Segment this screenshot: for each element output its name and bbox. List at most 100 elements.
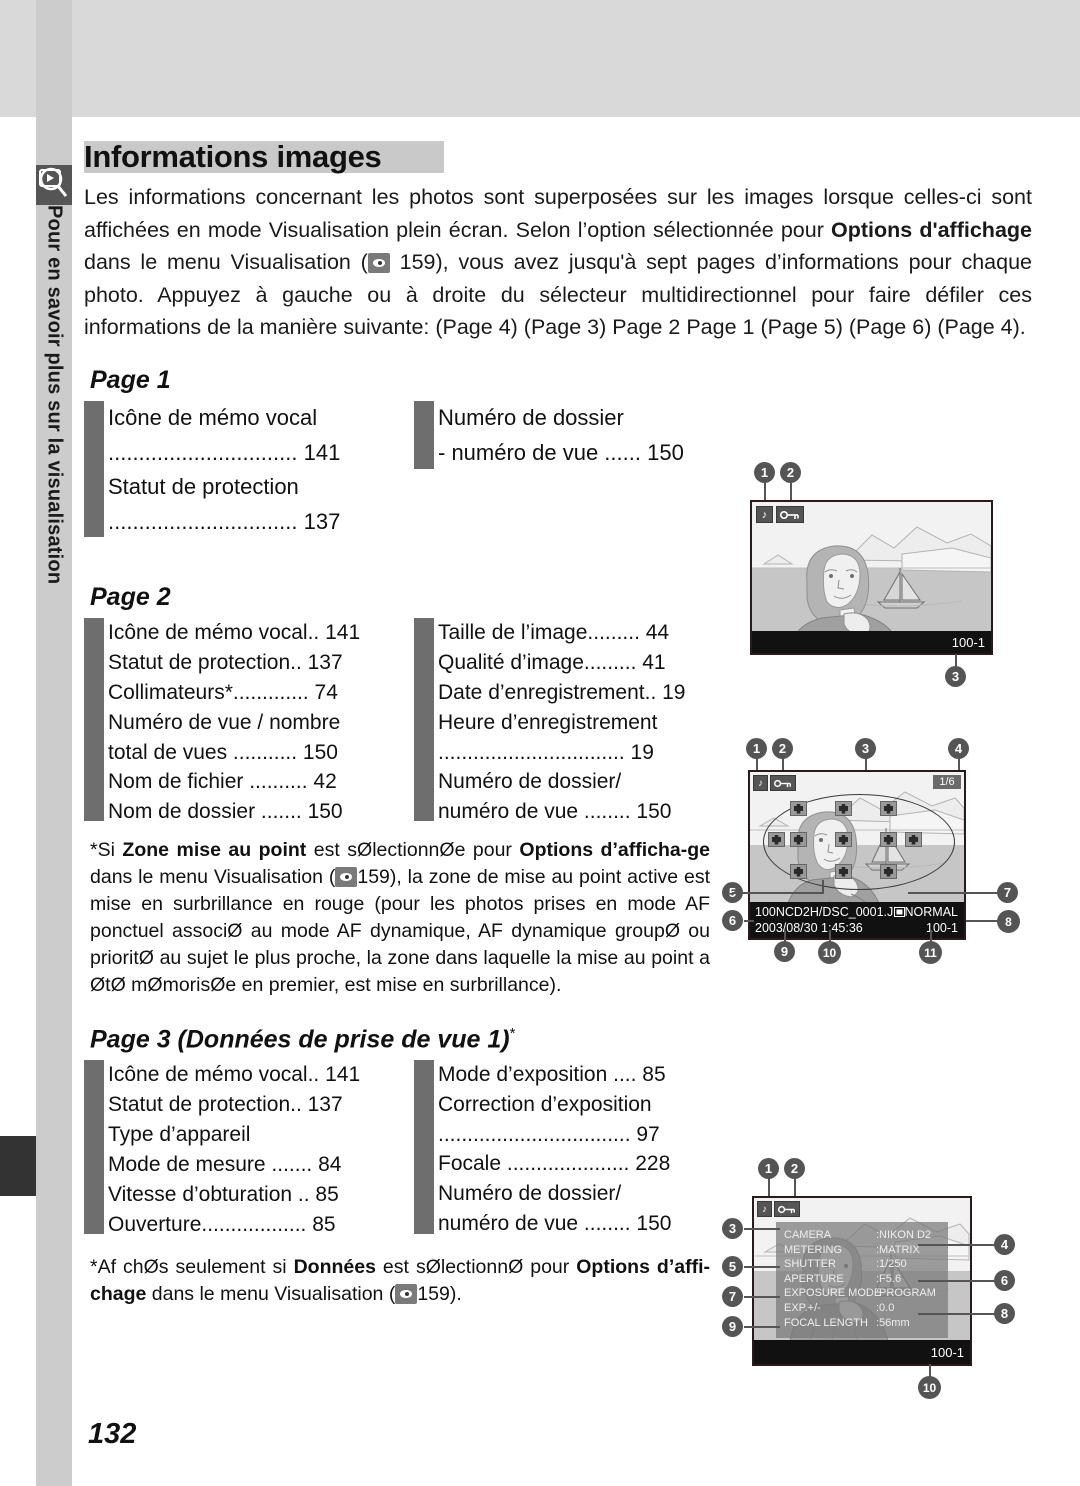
- callout-2: 2: [784, 1158, 805, 1179]
- page-number: 132: [88, 1418, 137, 1450]
- footnote-ref-page: 159: [357, 865, 390, 888]
- section-heading-page1-text: Page 1: [90, 365, 171, 394]
- footnote-text-3: dans le menu Visualisation (: [90, 865, 336, 888]
- list-item: 2Statut de protection.. 137: [84, 648, 414, 678]
- callout-8: 8: [997, 910, 1020, 933]
- item-text: Qualité d’image......... 41: [438, 650, 666, 674]
- data-row-shutter: SHUTTER:1/250: [784, 1257, 940, 1272]
- callout-4-leader: [918, 1244, 996, 1246]
- callout-10: 10: [818, 941, 841, 964]
- callout-9: 9: [722, 1316, 743, 1337]
- list-item: 8Correction d’exposition: [414, 1090, 744, 1120]
- list-item: ............................... 137: [84, 505, 414, 539]
- footnote-text-1: Af chØs seulement si: [97, 1255, 294, 1278]
- list-item: 7Mode d’exposition .... 85: [414, 1060, 744, 1090]
- callout-9-leader: [784, 930, 786, 942]
- item-text: Nom de dossier ....... 150: [108, 799, 343, 823]
- voice-memo-note-icon: ♪: [757, 1201, 772, 1217]
- af-point: [768, 832, 785, 847]
- footnote-bold-options-b: chage: [90, 1282, 147, 1305]
- page-title-wrap: Informations images: [84, 135, 1032, 179]
- list-item: 6Nom de dossier ....... 150: [84, 797, 414, 827]
- footnote-star: *: [90, 1255, 98, 1278]
- callout-10-leader: [829, 930, 831, 942]
- list-item: 11Numéro de dossier/: [414, 767, 744, 797]
- item-text: total de vues ........... 150: [108, 740, 338, 764]
- callout-5-leader: [744, 1266, 780, 1268]
- data-value: :F5.6: [876, 1272, 902, 1285]
- lcd-bottom-strip: 100-1: [754, 1340, 970, 1364]
- page2-left-bullet-bar: [84, 617, 104, 821]
- item-text: Icône de mémo vocal.. 141: [108, 620, 361, 644]
- section-heading-page1: Page 1: [90, 366, 1032, 395]
- list-item: - numéro de vue ...... 150: [414, 436, 744, 470]
- lcd-screen: ♪ 100-1: [750, 500, 993, 655]
- item-text: Type d’appareil: [108, 1122, 251, 1146]
- intro-paragraph: Les informations concernant les photos s…: [84, 181, 1032, 344]
- callout-10-leader: [929, 1364, 931, 1377]
- list-item: ................................ 19: [414, 738, 744, 767]
- list-item: numéro de vue ........ 150: [414, 797, 744, 826]
- callout-9-leader: [744, 1326, 780, 1328]
- list-item: 4Numéro de vue / nombre: [84, 708, 414, 738]
- callout-6: 6: [722, 910, 743, 931]
- image-quality: NORMAL: [893, 905, 958, 919]
- page1-list-left: 1Icône de mémo vocal ...................…: [84, 400, 414, 539]
- data-value: :56mm: [876, 1316, 910, 1329]
- list-item: 2Statut de protection: [84, 470, 414, 505]
- data-row-exp-comp: EXP.+/-:0.0: [784, 1301, 940, 1316]
- af-point: [880, 864, 897, 879]
- list-item: numéro de vue ........ 150: [414, 1209, 744, 1238]
- section-heading-page3-sup: *: [509, 1024, 516, 1042]
- list-item: 3Numéro de dossier: [414, 401, 744, 436]
- footnote-bold-options-b: ge: [687, 838, 711, 861]
- page3-list-left: 1Icône de mémo vocal.. 141 2Statut de pr…: [84, 1059, 414, 1240]
- footnote-text-2: est sØlectionnØe pour: [306, 838, 520, 861]
- item-text: Numéro de vue / nombre: [108, 710, 341, 734]
- item-text: Ouverture.................. 85: [108, 1212, 336, 1236]
- section-heading-page3-text: Page 3 (Données de prise de vue 1): [90, 1024, 510, 1053]
- item-text: Icône de mémo vocal.. 141: [108, 1062, 361, 1086]
- chapter-tab-label-wrap: Pour en savoir plus sur la visualisation: [36, 205, 72, 725]
- footnote-page3: *Af chØs seulement si Données est sØlect…: [90, 1254, 710, 1308]
- callout-7-leader: [908, 892, 998, 894]
- data-row-camera: CAMERA:NIKON D2: [784, 1228, 940, 1243]
- callout-5-leader-v: [822, 880, 824, 894]
- data-value: :NIKON D2: [876, 1229, 932, 1241]
- callout-2: 2: [780, 462, 801, 483]
- item-text: ................................. 97: [438, 1122, 660, 1146]
- list-item: 10Numéro de dossier/: [414, 1179, 744, 1209]
- page3-list-right: 7Mode d’exposition .... 85 8Correction d…: [414, 1059, 744, 1240]
- callout-2-leader: [794, 1178, 796, 1196]
- protect-key-icon: [776, 506, 804, 523]
- section-heading-page2-text: Page 2: [90, 582, 171, 611]
- intro-text-2: dans le menu Visualisation (: [84, 250, 368, 274]
- playback-magnifier-icon: [36, 165, 72, 205]
- callout-3: 3: [945, 666, 966, 687]
- callout-10: 10: [918, 1376, 941, 1399]
- list-item: 9Focale ..................... 228: [414, 1149, 744, 1179]
- page2-list-right: 7Taille de l’image......... 44 8Qualité …: [414, 617, 744, 827]
- data-row-focal-length: FOCAL LENGTH:56mm: [784, 1316, 940, 1331]
- list-item: ................................. 97: [414, 1120, 744, 1149]
- section-heading-page3: Page 3 (Données de prise de vue 1)*: [90, 1025, 1032, 1054]
- callout-1-leader: [764, 482, 766, 502]
- callout-6: 6: [994, 1270, 1015, 1291]
- capture-datetime: 2003/08/30 1:45:36: [755, 921, 863, 935]
- page1-left-bullet-bar: [84, 400, 104, 537]
- callout-2: 2: [772, 738, 793, 759]
- list-item: 5Vitesse d’obturation .. 85: [84, 1180, 414, 1210]
- item-text: numéro de vue ........ 150: [438, 799, 672, 823]
- list-item: 1Icône de mémo vocal: [84, 401, 414, 436]
- page2-right-bullet-bar: [414, 617, 434, 821]
- item-text: Icône de mémo vocal: [108, 404, 318, 430]
- page-content: Informations images Les informations con…: [84, 135, 1032, 1308]
- item-text: Statut de protection: [108, 473, 299, 499]
- af-point: [835, 832, 852, 847]
- list-item: 9Date d’enregistrement.. 19: [414, 678, 744, 708]
- data-value: :1/250: [876, 1258, 907, 1271]
- list-item: 5Nom de fichier .......... 42: [84, 767, 414, 797]
- af-point: [790, 801, 807, 816]
- data-key: METERING: [784, 1243, 843, 1256]
- item-text: ............................... 141: [108, 439, 341, 465]
